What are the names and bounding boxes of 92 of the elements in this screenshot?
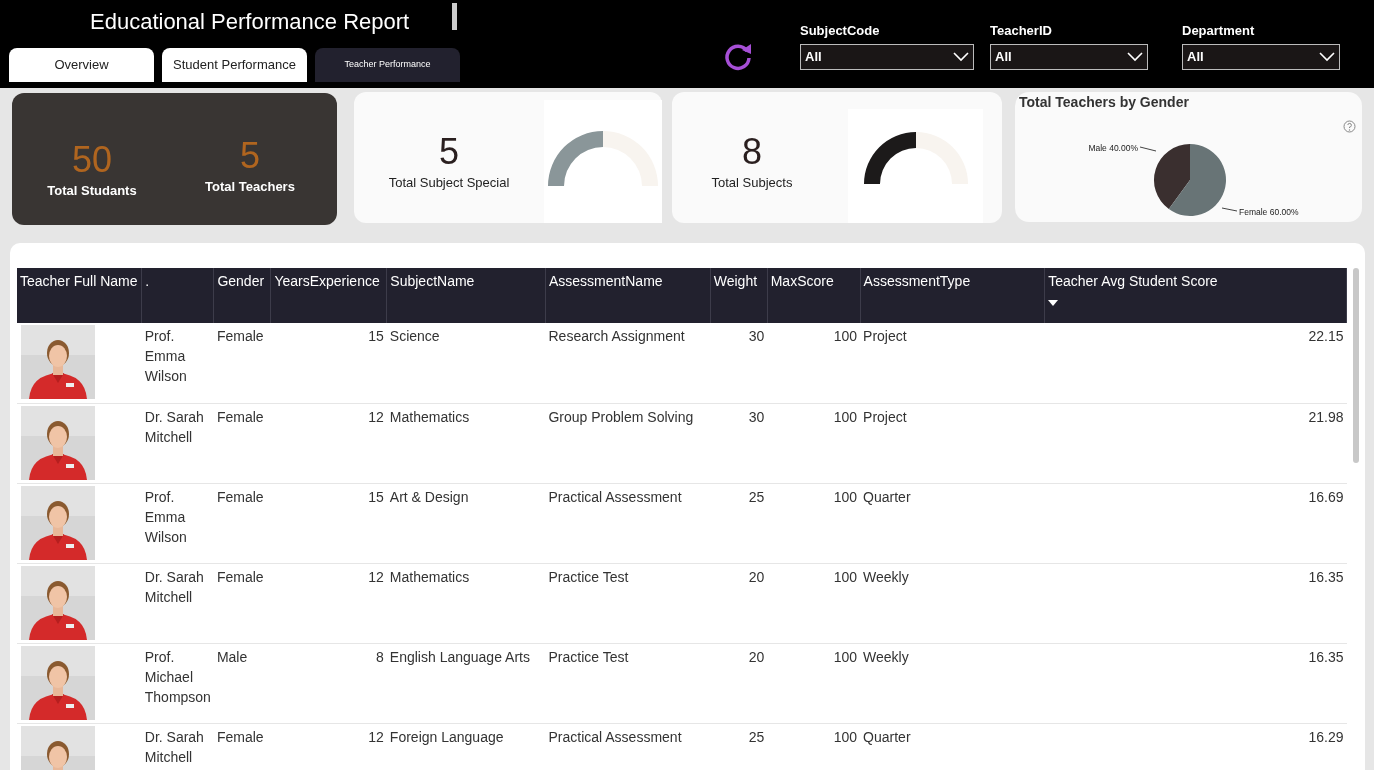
column-header[interactable]: AssessmentType [860,268,1045,323]
filter-label: SubjectCode [800,22,881,40]
column-header[interactable]: Teacher Full Name [17,268,142,323]
table-cell: 25 [710,723,768,770]
column-header[interactable]: YearsExperience [270,268,387,323]
leader-line [1139,146,1157,152]
table-cell: Dr. Sarah Mitchell [141,403,214,483]
kpi-value: 50 [71,138,112,182]
table-cell: Art & Design [386,483,546,563]
table-cell: Female [213,323,271,403]
kpi-value: 5 [439,130,459,174]
table-cell: 100 [767,483,861,563]
scrollbar[interactable] [1353,268,1359,463]
table-cell: Prof. Emma Wilson [141,323,214,403]
table-cell: 30 [710,323,768,403]
table-cell: 12 [270,723,387,770]
filter-dropdown[interactable]: All [1182,43,1340,70]
table-cell: 100 [767,723,861,770]
filter-dropdown[interactable]: All [800,43,974,70]
table-cell: Female [213,723,271,770]
table-cell: Female [213,403,271,483]
table-cell: 12 [270,563,387,643]
table-cell: 16.29 [1044,723,1347,770]
table-cell: 15 [270,483,387,563]
table-cell: Female [213,483,271,563]
table-cell: 21.98 [1044,403,1347,483]
chevron-down-icon [1319,51,1335,62]
filter-label: TeacherID [990,22,1053,40]
page-tab[interactable]: Overview [9,48,154,82]
leader-line [1221,207,1238,212]
table-cell: Weekly [860,563,1045,643]
slice-label: Female 60.00% [1239,207,1299,217]
table-cell: 16.35 [1044,643,1347,723]
chart-title: Total Teachers by Gender [1019,93,1189,112]
table-cell: Research Assignment [545,323,711,403]
table-cell: 25 [710,483,768,563]
table-cell: English Language Arts [386,643,546,723]
table-cell: Prof. Emma Wilson [141,483,214,563]
column-header[interactable]: MaxScore [767,268,861,323]
table-cell: Practical Assessment [545,723,711,770]
table-cell: Practice Test [545,563,711,643]
table-cell: Group Problem Solving [545,403,711,483]
kpi-label: Total Subjects [711,174,793,193]
table-cell: 8 [270,643,387,723]
column-header[interactable]: Gender [213,268,271,323]
table-cell: 22.15 [1044,323,1347,403]
table-cell: 20 [710,643,768,723]
table-cell: 16.35 [1044,563,1347,643]
column-header[interactable]: Weight [710,268,768,323]
table-cell: 100 [767,323,861,403]
table-cell: Dr. Sarah Mitchell [141,723,214,770]
table-cell: 20 [710,563,768,643]
sort-icon[interactable] [1048,300,1059,306]
table-cell: Female [213,563,271,643]
report-title: Educational Performance Report [90,8,410,36]
kpi-value: 8 [742,130,762,174]
table-cell: Weekly [860,643,1045,723]
chevron-down-icon [1127,51,1143,62]
slice-label: Male 40.00% [1088,143,1138,153]
column-header[interactable]: SubjectName [386,268,546,323]
column-header[interactable]: Teacher Avg Student Score [1044,268,1347,323]
table-cell: 12 [270,403,387,483]
table-cell: 100 [767,403,861,483]
table-cell: Foreign Language [386,723,546,770]
table-cell: Dr. Sarah Mitchell [141,563,214,643]
column-header[interactable]: . [141,268,214,323]
kpi-label: Total Subject Special [388,174,510,193]
table-cell: Mathematics [386,403,546,483]
table-cell: Mathematics [386,563,546,643]
kpi-label: Total Studants [47,182,137,201]
filter-dropdown[interactable]: All [990,43,1148,70]
table-cell: Practice Test [545,643,711,723]
table-cell: Male [213,643,271,723]
table-cell: 30 [710,403,768,483]
table-cell: Quarter [860,723,1045,770]
page-tab[interactable]: Teacher Performance [315,48,460,82]
table-cell: 16.69 [1044,483,1347,563]
kpi-value: 5 [240,134,260,178]
table-cell: 100 [767,643,861,723]
column-header[interactable]: AssessmentName [545,268,711,323]
table-cell: Project [860,403,1045,483]
page-tab[interactable]: Student Performance [162,48,307,82]
table-cell: Practical Assessment [545,483,711,563]
kpi-label: Total Teachers [205,178,295,197]
table-cell: 100 [767,563,861,643]
table-cell: Prof. Michael Thompson [141,643,214,723]
table-cell: Science [386,323,546,403]
table-cell: Project [860,323,1045,403]
table-cell: Quarter [860,483,1045,563]
chevron-down-icon [953,51,969,62]
filter-label: Department [1182,22,1256,40]
table-cell: 15 [270,323,387,403]
